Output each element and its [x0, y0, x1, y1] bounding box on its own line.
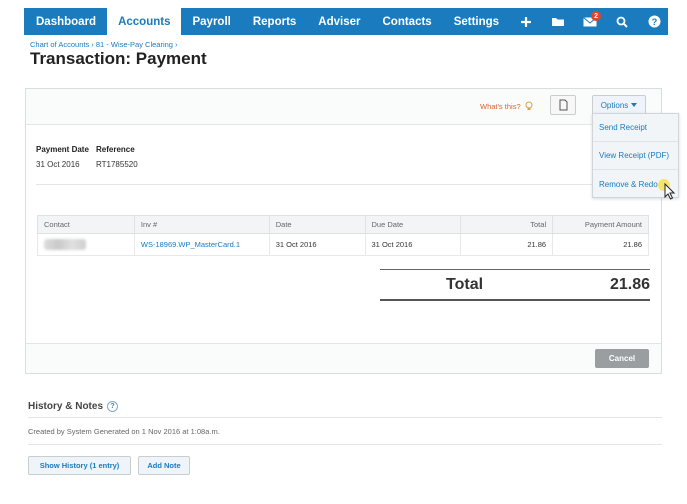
payment-meta: Payment Date Reference 31 Oct 2016 RT178…	[36, 145, 138, 169]
plus-icon[interactable]	[510, 8, 542, 35]
payment-date-label: Payment Date	[36, 145, 89, 154]
panel-toolbar: What's this? Options	[26, 89, 661, 125]
mail-icon[interactable]: 2	[574, 8, 606, 35]
options-label: Options	[600, 100, 629, 110]
table-header-row: Contact Inv # Date Due Date Total Paymen…	[37, 215, 649, 234]
tab-dashboard[interactable]: Dashboard	[24, 8, 107, 35]
svg-text:?: ?	[651, 17, 657, 27]
breadcrumb[interactable]: Chart of Accounts › 81 - Wise-Pay Cleari…	[30, 40, 178, 49]
options-button[interactable]: Options	[592, 95, 646, 115]
redacted-contact	[44, 239, 86, 250]
tab-reports[interactable]: Reports	[242, 8, 307, 35]
history-title-label: History & Notes	[28, 401, 104, 412]
col-invoice: Inv #	[133, 215, 270, 234]
divider	[28, 444, 662, 445]
col-payment-amount: Payment Amount	[552, 215, 649, 234]
tab-settings[interactable]: Settings	[443, 8, 510, 35]
top-nav: Dashboard Accounts Payroll Reports Advis…	[24, 8, 668, 35]
table-row: WS-18969.WP_MasterCard.1 31 Oct 2016 31 …	[37, 233, 649, 256]
total-rule-top	[380, 269, 650, 270]
col-date: Date	[268, 215, 366, 234]
lightbulb-icon	[525, 101, 533, 110]
mail-badge: 2	[591, 11, 602, 21]
payment-date-value: 31 Oct 2016	[36, 160, 80, 169]
copy-icon	[559, 99, 568, 111]
nav-icons: 2 ?	[510, 8, 670, 35]
whats-this-link[interactable]: What's this?	[480, 101, 534, 111]
cell-payment-amount: 21.86	[552, 233, 649, 256]
menu-item-send-receipt[interactable]: Send Receipt	[593, 114, 678, 142]
menu-item-view-receipt-pdf[interactable]: View Receipt (PDF)	[593, 142, 678, 170]
page-title: Transaction: Payment	[30, 49, 207, 68]
cell-due-date: 31 Oct 2016	[364, 233, 462, 256]
cell-total: 21.86	[460, 233, 554, 256]
total-rule-bottom	[380, 299, 650, 301]
tab-adviser[interactable]: Adviser	[307, 8, 371, 35]
copy-button[interactable]	[550, 95, 576, 115]
search-icon[interactable]	[606, 8, 638, 35]
divider	[28, 417, 662, 418]
tab-contacts[interactable]: Contacts	[371, 8, 442, 35]
caret-down-icon	[631, 103, 638, 107]
cancel-button[interactable]: Cancel	[595, 349, 649, 368]
tab-accounts[interactable]: Accounts	[107, 8, 182, 35]
cell-invoice: WS-18969.WP_MasterCard.1	[133, 233, 270, 256]
help-icon[interactable]: ?	[107, 401, 119, 412]
col-total: Total	[460, 215, 554, 234]
panel-footer: Cancel	[26, 343, 661, 373]
invoice-link[interactable]: WS-18969.WP_MasterCard.1	[141, 240, 240, 249]
total-label: Total	[446, 276, 484, 293]
payment-lines-table: Contact Inv # Date Due Date Total Paymen…	[37, 215, 649, 256]
cell-contact	[37, 233, 135, 256]
divider	[36, 184, 651, 185]
col-contact: Contact	[37, 215, 135, 234]
history-entry: Created by System Generated on 1 Nov 201…	[28, 427, 220, 436]
reference-value: RT1785520	[96, 160, 138, 169]
mouse-cursor-icon	[657, 178, 677, 209]
col-due-date: Due Date	[364, 215, 462, 234]
add-note-button[interactable]: Add Note	[138, 456, 190, 475]
folder-icon[interactable]	[542, 8, 574, 35]
whats-this-label: What's this?	[480, 101, 521, 111]
cell-date: 31 Oct 2016	[268, 233, 366, 256]
help-icon[interactable]: ?	[638, 8, 670, 35]
history-title: History & Notes ?	[28, 401, 119, 412]
show-history-button[interactable]: Show History (1 entry)	[28, 456, 131, 475]
tab-payroll[interactable]: Payroll	[181, 8, 241, 35]
reference-label: Reference	[96, 145, 135, 154]
total-value: 21.86	[609, 276, 650, 293]
transaction-panel: What's this? Options Payment Date Refere…	[25, 88, 662, 374]
